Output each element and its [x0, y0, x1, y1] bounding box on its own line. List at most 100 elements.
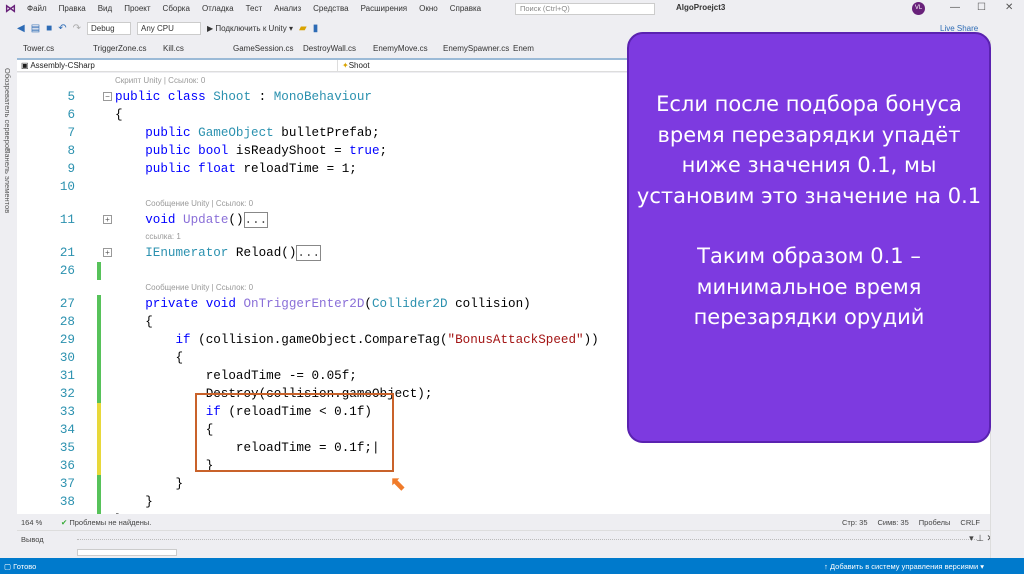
line-number: 35 — [59, 441, 75, 455]
code-token: { — [115, 315, 153, 329]
line-number: 28 — [59, 315, 75, 329]
menu-item[interactable]: Тест — [246, 4, 263, 13]
project-title: AlgoProejct3 — [676, 3, 726, 12]
fold-toggle-icon[interactable]: − — [103, 92, 112, 101]
line-endings[interactable]: CRLF — [960, 518, 980, 527]
toolbox-tab[interactable]: Панель элементов — [3, 148, 12, 213]
attach-unity-button[interactable]: ▶ Подключить к Unity ▾ — [207, 24, 293, 33]
tab-file[interactable]: DestroyWall.cs — [297, 44, 367, 53]
folder-icon[interactable]: ▰ — [299, 23, 307, 34]
codelens-text[interactable]: Скрипт Unity | Ссылок: 0 — [115, 73, 205, 88]
problems-status[interactable]: Проблемы не найдены. — [69, 518, 151, 527]
check-icon: ✔ — [61, 517, 70, 527]
menu-item[interactable]: Справка — [450, 4, 481, 13]
menu-item[interactable]: Сборка — [163, 4, 190, 13]
tab-file[interactable]: Kill.cs — [157, 44, 227, 53]
fold-toggle-icon[interactable]: + — [103, 248, 112, 257]
code-token: IEnumerator — [115, 246, 229, 260]
output-source-select[interactable] — [77, 549, 177, 556]
project-name: Assembly-CSharp — [30, 61, 95, 70]
save-icon[interactable]: ■ — [46, 23, 52, 34]
change-marker — [97, 295, 101, 313]
callout-text-1: Если после подбора бонуса время перезаря… — [636, 92, 982, 208]
change-marker — [97, 475, 101, 493]
bookmark-icon[interactable]: ▮ — [313, 23, 319, 34]
undo-icon[interactable]: ↶ — [58, 23, 66, 34]
add-to-source-control[interactable]: ↑ Добавить в систему управления версиями… — [824, 562, 984, 571]
code-token: GameObject — [198, 126, 274, 140]
code-token: reloadTime = 1; — [243, 162, 357, 176]
codelens-text[interactable]: Сообщение Unity | Ссылок: 0 — [145, 280, 253, 295]
editor-status-line: 164 % ✔ Проблемы не найдены. Стр: 35 Сим… — [17, 514, 990, 530]
output-panel: Вывод ▾ ⊥ ✕ — [17, 530, 1024, 558]
line-number: 26 — [59, 264, 75, 278]
menu-item[interactable]: Отладка — [202, 4, 234, 13]
code-token: Collider2D — [371, 297, 448, 311]
tab-file[interactable]: TriggerZone.cs — [87, 44, 157, 53]
fold-toggle-icon[interactable]: + — [103, 215, 112, 224]
close-button[interactable]: ✕ — [1005, 2, 1013, 13]
codelens-text[interactable]: ссылка: 1 — [145, 229, 180, 244]
code-token: Reload() — [228, 246, 297, 260]
change-marker — [97, 493, 101, 511]
menu-item[interactable]: Средства — [313, 4, 348, 13]
redo-icon[interactable]: ↷ — [73, 23, 81, 34]
line-number: 7 — [67, 126, 75, 140]
code-token: OnTriggerEnter2D — [243, 297, 365, 311]
code-token: ( — [364, 297, 372, 311]
tab-file[interactable]: EnemyMove.cs — [367, 44, 437, 53]
indent-mode[interactable]: Пробелы — [919, 518, 951, 527]
visual-studio-logo-icon: ⋈ — [5, 2, 16, 15]
status-bar: ▢ Готово ↑ Добавить в систему управления… — [0, 558, 1024, 574]
line-number: Стр: 35 — [841, 517, 868, 527]
code-token: collision) — [447, 297, 531, 311]
code-token: if — [115, 333, 199, 347]
minimize-button[interactable]: — — [950, 2, 960, 13]
menu-item[interactable]: Окно — [419, 4, 438, 13]
menu-item[interactable]: Правка — [59, 4, 86, 13]
line-number: 29 — [59, 333, 75, 347]
zoom-level[interactable]: 164 % — [21, 518, 61, 527]
configuration-select[interactable]: Debug — [86, 21, 131, 35]
menu-item[interactable]: Анализ — [274, 4, 301, 13]
output-title: Вывод — [21, 535, 44, 544]
tab-file[interactable]: Tower.cs — [17, 44, 87, 53]
ready-status: ▢ Готово — [4, 561, 37, 571]
code-token: reloadTime -= 0.05f; — [115, 369, 357, 383]
tab-file[interactable]: GameSession.cs — [227, 44, 297, 53]
tab-file[interactable]: Enem — [507, 44, 547, 53]
platform-select[interactable]: Any CPU — [136, 21, 201, 35]
change-marker — [97, 457, 101, 475]
maximize-button[interactable]: ☐ — [977, 2, 986, 13]
code-token: Shoot — [213, 90, 252, 104]
new-file-icon[interactable]: ▤ — [31, 23, 40, 34]
code-line: 37 } — [17, 475, 990, 493]
change-marker — [97, 349, 101, 367]
annotation-callout: Если после подбора бонуса время перезаря… — [627, 32, 991, 443]
avatar[interactable]: VL — [912, 2, 925, 15]
menu-item[interactable]: Расширения — [361, 4, 408, 13]
code-token: public bool — [115, 144, 236, 158]
codelens-text[interactable]: Сообщение Unity | Ссылок: 0 — [145, 196, 253, 211]
line-number: 37 — [59, 477, 75, 491]
menu-item[interactable]: Вид — [98, 4, 112, 13]
code-line: 36 } — [17, 457, 990, 475]
line-number: 34 — [59, 423, 75, 437]
code-token: void — [115, 213, 184, 227]
line-number: 8 — [67, 144, 75, 158]
menu-item[interactable]: Проект — [124, 4, 150, 13]
tab-file[interactable]: EnemySpawner.cs — [437, 44, 509, 53]
back-icon[interactable]: ◀ — [17, 23, 25, 34]
line-number: 11 — [59, 213, 75, 227]
highlight-box — [195, 393, 394, 472]
code-token: ... — [243, 212, 269, 228]
line-number: 36 — [59, 459, 75, 473]
server-explorer-tab[interactable]: Обозреватель серверов — [3, 68, 12, 152]
project-dropdown[interactable]: ▣ Assembly-CSharp — [21, 60, 95, 71]
column-number: Симв: 35 — [877, 517, 909, 527]
class-dropdown[interactable]: ✦Shoot — [337, 60, 370, 71]
change-marker — [97, 439, 101, 457]
line-number: 30 — [59, 351, 75, 365]
menu-item[interactable]: Файл — [27, 4, 47, 13]
search-input[interactable]: Поиск (Ctrl+Q) — [515, 3, 655, 15]
